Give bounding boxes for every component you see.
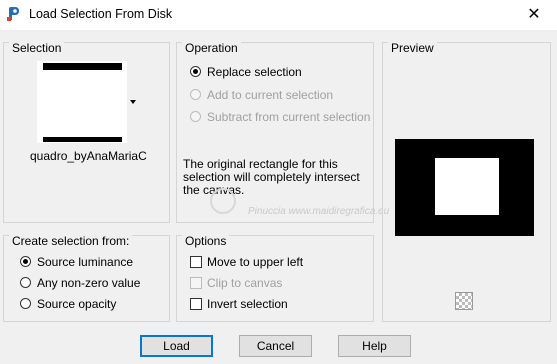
preview-selection-shape: [435, 158, 499, 215]
radio-indicator: [20, 256, 31, 267]
radio-indicator: [190, 89, 201, 100]
cancel-button[interactable]: Cancel: [239, 335, 312, 357]
selection-name: quadro_byAnaMariaC: [30, 149, 147, 163]
checkerboard-icon[interactable]: [455, 292, 473, 310]
radio-indicator: [20, 277, 31, 288]
operation-group-title: Operation: [182, 42, 241, 54]
window-title: Load Selection From Disk: [29, 7, 173, 21]
radio-label: Source luminance: [37, 255, 134, 269]
radio-label: Subtract from current selection: [207, 110, 371, 124]
checkbox-indicator: [190, 298, 202, 310]
radio-indicator: [20, 298, 31, 309]
close-icon: ✕: [527, 6, 541, 23]
radio-label: Add to current selection: [207, 88, 334, 102]
chevron-down-icon[interactable]: [130, 100, 136, 104]
thumbnail-frame-bottom: [43, 137, 122, 142]
radio-indicator: [190, 111, 201, 122]
watermark-text: Pinuccia www.maidiregrafica.eu: [248, 206, 390, 217]
selection-thumbnail[interactable]: [37, 61, 127, 143]
selection-group-title: Selection: [9, 42, 65, 54]
create-from-group-title: Create selection from:: [9, 235, 133, 247]
load-button[interactable]: Load: [140, 335, 213, 357]
operation-description: The original rectangle for this selectio…: [183, 157, 360, 197]
close-button[interactable]: ✕: [511, 0, 557, 30]
thumbnail-frame-top: [43, 63, 122, 70]
checkbox-label: Move to upper left: [207, 255, 304, 269]
app-icon: [7, 7, 19, 21]
preview-group-title: Preview: [388, 42, 437, 54]
checkbox-label: Invert selection: [207, 297, 288, 311]
preview-image: [395, 139, 534, 236]
radio-label: Source opacity: [37, 297, 117, 311]
help-button[interactable]: Help: [338, 335, 411, 357]
options-group-title: Options: [182, 235, 230, 247]
radio-indicator: [190, 66, 201, 77]
radio-label: Replace selection: [207, 65, 302, 79]
checkbox-label: Clip to canvas: [207, 276, 283, 290]
title-bar: Load Selection From Disk ✕: [0, 0, 557, 30]
checkbox-indicator: [190, 277, 202, 289]
radio-label: Any non-zero value: [37, 276, 141, 290]
watermark-logo: [210, 188, 236, 214]
checkbox-indicator: [190, 256, 202, 268]
